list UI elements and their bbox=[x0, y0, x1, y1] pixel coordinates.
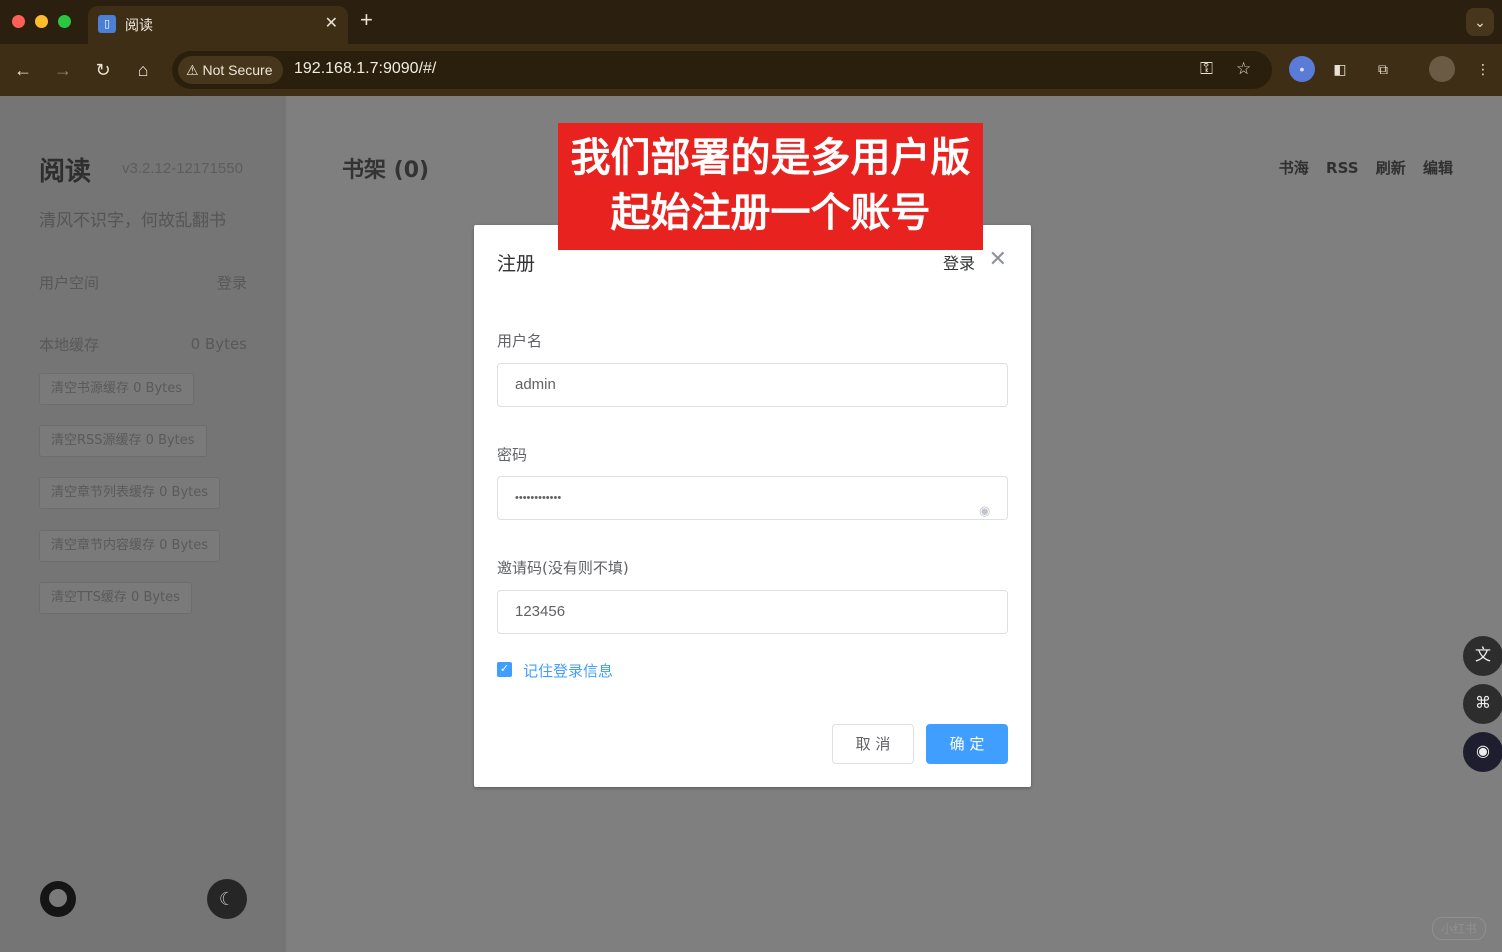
new-tab-button[interactable]: + bbox=[360, 9, 373, 31]
extension-shield-icon[interactable]: ◧ bbox=[1327, 56, 1353, 82]
dialog-title: 注册 bbox=[497, 253, 536, 275]
reload-icon[interactable]: ↻ bbox=[90, 57, 116, 83]
app-slogan: 清风不识字，何故乱翻书 bbox=[39, 211, 226, 231]
eye-icon[interactable]: ◉ bbox=[979, 490, 995, 518]
profile-avatar[interactable] bbox=[1429, 56, 1455, 82]
sidebar-login-link[interactable]: 登录 bbox=[217, 272, 247, 293]
link-book-sea[interactable]: 书海 bbox=[1279, 159, 1309, 177]
register-dialog: 注册 登录 ✕ 用户名 admin 密码 •••••••••••• ◉ 邀请码(… bbox=[474, 225, 1031, 787]
command-icon[interactable]: ⌘ bbox=[1463, 684, 1502, 724]
top-links: 书海 RSS 刷新 编辑 bbox=[1267, 157, 1453, 178]
bookshelf-title: 书架 (0) bbox=[342, 158, 430, 183]
cancel-button[interactable]: 取 消 bbox=[832, 724, 914, 764]
key-icon[interactable]: ⚿ bbox=[1200, 59, 1213, 79]
security-chip[interactable]: ⚠ Not Secure bbox=[178, 56, 283, 84]
watermark: 小红书 bbox=[1431, 917, 1486, 940]
moon-icon[interactable]: ☾ bbox=[207, 879, 247, 919]
user-space-label: 用户空间 bbox=[39, 274, 100, 292]
username-input[interactable]: admin bbox=[497, 363, 1008, 407]
confirm-button[interactable]: 确 定 bbox=[926, 724, 1008, 764]
browser-tab-bar: ▯ 阅读 ✕ + ⌄ bbox=[0, 0, 1502, 44]
caption-line-2: 起始注册一个账号 bbox=[610, 190, 931, 236]
username-label: 用户名 bbox=[497, 332, 543, 350]
app-version: v3.2.12-12171550 bbox=[122, 160, 243, 177]
more-menu-icon[interactable]: ⋮ bbox=[1470, 56, 1496, 82]
chevron-down-icon[interactable]: ⌄ bbox=[1466, 8, 1494, 36]
caption-overlay: 我们部署的是多用户版 起始注册一个账号 bbox=[558, 123, 983, 250]
close-window-button[interactable] bbox=[12, 15, 25, 28]
password-label: 密码 bbox=[497, 446, 528, 464]
link-refresh[interactable]: 刷新 bbox=[1376, 159, 1406, 177]
local-cache-value: 0 Bytes bbox=[190, 335, 247, 353]
translate-icon[interactable]: 文 bbox=[1463, 636, 1502, 676]
link-rss[interactable]: RSS bbox=[1326, 159, 1358, 177]
clear-chapter-content-cache-button[interactable]: 清空章节内容缓存 0 Bytes bbox=[39, 530, 221, 562]
remember-login-label[interactable]: 记住登录信息 bbox=[523, 660, 613, 681]
extension-robot-icon[interactable]: • bbox=[1289, 56, 1315, 82]
clear-chapter-list-cache-button[interactable]: 清空章节列表缓存 0 Bytes bbox=[39, 477, 221, 509]
warning-icon: ⚠ bbox=[186, 62, 199, 78]
app-title: 阅读 bbox=[39, 157, 92, 187]
assistant-robot-icon[interactable]: ◉ bbox=[1463, 732, 1502, 772]
extensions-puzzle-icon[interactable]: ⧉ bbox=[1370, 56, 1396, 82]
sidebar: 阅读 v3.2.12-12171550 清风不识字，何故乱翻书 用户空间 登录 … bbox=[0, 96, 286, 952]
github-icon[interactable] bbox=[40, 881, 76, 917]
invite-code-input[interactable]: 123456 bbox=[497, 590, 1008, 634]
close-icon[interactable]: ✕ bbox=[989, 246, 1007, 272]
checkbox-checked-icon[interactable]: ✓ bbox=[497, 662, 512, 677]
password-value: •••••••••••• bbox=[515, 492, 562, 504]
home-icon[interactable]: ⌂ bbox=[130, 57, 156, 83]
forward-icon[interactable]: → bbox=[50, 57, 76, 83]
browser-toolbar: ← → ↻ ⌂ ⚠ Not Secure 192.168.1.7:9090/#/… bbox=[0, 44, 1502, 96]
minimize-window-button[interactable] bbox=[35, 15, 48, 28]
address-bar[interactable]: ⚠ Not Secure 192.168.1.7:9090/#/ ⚿ ☆ bbox=[172, 51, 1272, 89]
caption-line-1: 我们部署的是多用户版 bbox=[570, 135, 971, 181]
maximize-window-button[interactable] bbox=[58, 15, 71, 28]
browser-tab[interactable]: ▯ 阅读 ✕ bbox=[88, 6, 348, 44]
link-edit[interactable]: 编辑 bbox=[1423, 159, 1453, 177]
star-icon[interactable]: ☆ bbox=[1236, 59, 1251, 79]
dialog-login-link[interactable]: 登录 bbox=[943, 250, 975, 274]
clear-source-cache-button[interactable]: 清空书源缓存 0 Bytes bbox=[39, 373, 195, 405]
password-input[interactable]: •••••••••••• ◉ bbox=[497, 476, 1008, 520]
back-icon[interactable]: ← bbox=[10, 57, 36, 83]
book-favicon-icon: ▯ bbox=[98, 15, 116, 33]
clear-rss-cache-button[interactable]: 清空RSS源缓存 0 Bytes bbox=[39, 425, 207, 457]
security-label: Not Secure bbox=[202, 62, 273, 78]
tab-close-icon[interactable]: ✕ bbox=[325, 13, 338, 33]
url-text[interactable]: 192.168.1.7:9090/#/ bbox=[294, 60, 436, 78]
local-cache-label: 本地缓存 bbox=[39, 336, 100, 354]
tab-title: 阅读 bbox=[125, 18, 153, 34]
invite-code-label: 邀请码(没有则不填) bbox=[497, 559, 629, 577]
clear-tts-cache-button[interactable]: 清空TTS缓存 0 Bytes bbox=[39, 582, 192, 614]
